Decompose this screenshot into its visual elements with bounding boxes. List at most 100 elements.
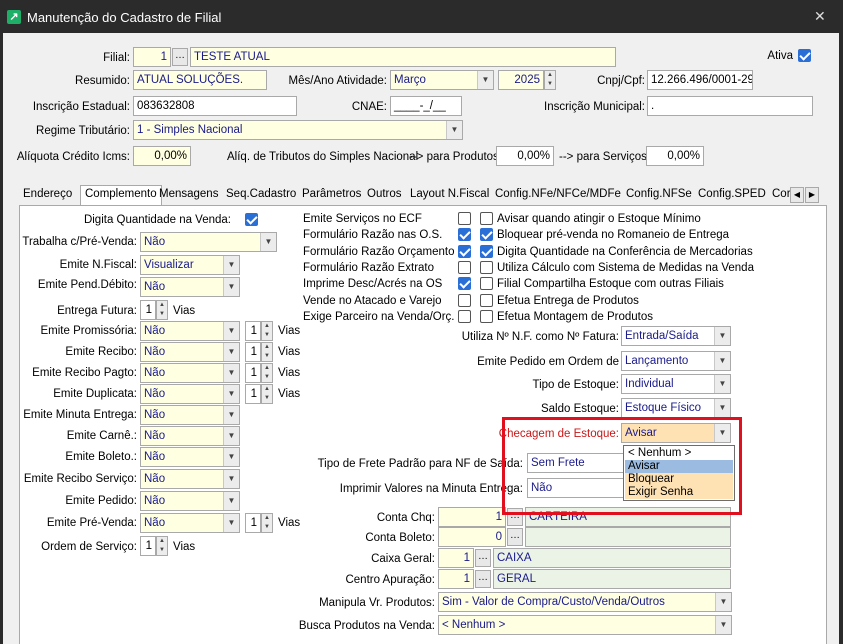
- filial-code-input[interactable]: 1: [133, 47, 171, 67]
- left-row-vias-spinner[interactable]: ▲ ▼: [261, 363, 273, 383]
- chevron-down-icon[interactable]: ▼: [223, 385, 239, 403]
- tipo-estoque-select[interactable]: Individual ▼: [621, 374, 731, 394]
- centro-lookup-button[interactable]: …: [475, 570, 491, 588]
- ordem-input[interactable]: 1: [140, 536, 156, 556]
- middle-checkbox[interactable]: [458, 309, 471, 323]
- middle-checkbox[interactable]: [458, 228, 471, 242]
- chevron-down-icon[interactable]: ▼: [223, 406, 239, 424]
- trabalha-select[interactable]: Não ▼: [140, 232, 277, 252]
- chevron-down-icon[interactable]: ▼: [446, 121, 462, 139]
- chevron-down-icon[interactable]: ▼: [223, 492, 239, 510]
- servicos-input[interactable]: 0,00%: [646, 146, 704, 166]
- middle-checkbox[interactable]: [458, 260, 471, 274]
- tab-mensagens[interactable]: Mensagens: [159, 188, 218, 200]
- im-input[interactable]: .: [647, 96, 813, 116]
- tab-layout-nfiscal[interactable]: Layout N.Fiscal: [410, 188, 489, 200]
- tab-scroll-left-icon[interactable]: ◀: [790, 187, 804, 203]
- right-checkbox[interactable]: [480, 260, 493, 274]
- tab-parametros[interactable]: Parâmetros: [302, 188, 361, 200]
- left-row-vias-input[interactable]: 1: [245, 384, 261, 404]
- busca-select[interactable]: < Nenhum > ▼: [438, 615, 732, 635]
- left-row-vias-spinner[interactable]: ▲ ▼: [261, 513, 273, 533]
- left-row-select[interactable]: Não ▼: [140, 513, 240, 533]
- left-row-select[interactable]: Não ▼: [140, 469, 240, 489]
- right-checkbox[interactable]: [480, 212, 493, 225]
- chevron-down-icon[interactable]: ▼: [714, 352, 730, 370]
- emite-pedido-ordem-select[interactable]: Lançamento ▼: [621, 351, 731, 371]
- filial-lookup-button[interactable]: …: [172, 48, 188, 66]
- chevron-down-icon[interactable]: ▼: [223, 364, 239, 382]
- left-row-select[interactable]: Não ▼: [140, 342, 240, 362]
- ano-input[interactable]: 2025: [498, 70, 544, 90]
- left-row-select[interactable]: Não ▼: [140, 384, 240, 404]
- close-icon[interactable]: ✕: [814, 8, 826, 25]
- resumido-input[interactable]: ATUAL SOLUÇÕES.: [133, 70, 267, 90]
- left-row-vias-spinner[interactable]: ▲ ▼: [261, 321, 273, 341]
- left-row-select[interactable]: Não ▼: [140, 491, 240, 511]
- middle-checkbox[interactable]: [458, 212, 471, 225]
- right-checkbox[interactable]: [480, 244, 493, 258]
- ano-spinner[interactable]: ▲ ▼: [544, 70, 556, 90]
- emite-nf-select[interactable]: Visualizar ▼: [140, 255, 240, 275]
- left-row-vias-spinner[interactable]: ▲ ▼: [261, 342, 273, 362]
- chevron-down-icon[interactable]: ▼: [715, 616, 731, 634]
- left-row-vias-input[interactable]: 1: [245, 321, 261, 341]
- manipula-select[interactable]: Sim - Valor de Compra/Custo/Venda/Outros…: [438, 592, 732, 612]
- tab-config-nfse[interactable]: Config.NFSe: [626, 188, 692, 200]
- left-row-vias-input[interactable]: 1: [245, 513, 261, 533]
- left-row-select[interactable]: Não ▼: [140, 321, 240, 341]
- conta-boleto-lookup-button[interactable]: …: [507, 528, 523, 546]
- chevron-down-icon[interactable]: ▼: [223, 278, 239, 296]
- entrega-input[interactable]: 1: [140, 300, 156, 320]
- chevron-down-icon[interactable]: ▼: [715, 593, 731, 611]
- tab-scroll-right-icon[interactable]: ▶: [805, 187, 819, 203]
- right-checkbox[interactable]: [480, 228, 493, 242]
- utiliza-nf-select[interactable]: Entrada/Saída ▼: [621, 326, 731, 346]
- caixa-lookup-button[interactable]: …: [475, 549, 491, 567]
- checagem-dropdown-list[interactable]: < Nenhum > Avisar Bloquear Exigir Senha: [623, 445, 735, 501]
- chevron-down-icon[interactable]: ▼: [714, 399, 730, 417]
- mes-select[interactable]: Março ▼: [390, 70, 494, 90]
- right-checkbox[interactable]: [480, 309, 493, 323]
- chevron-down-icon[interactable]: ▼: [223, 256, 239, 274]
- regime-select[interactable]: 1 - Simples Nacional ▼: [133, 120, 463, 140]
- chevron-down-icon[interactable]: ▼: [223, 343, 239, 361]
- tab-config-sped[interactable]: Config.SPED: [698, 188, 766, 200]
- centro-code[interactable]: 1: [438, 569, 474, 589]
- right-checkbox[interactable]: [480, 293, 493, 307]
- tab-cor[interactable]: Cor: [772, 188, 791, 200]
- dropdown-option-nenhum[interactable]: < Nenhum >: [625, 447, 733, 460]
- middle-checkbox[interactable]: [458, 293, 471, 307]
- tab-endereco[interactable]: Endereço: [23, 188, 72, 200]
- ie-input[interactable]: 083632808: [133, 96, 297, 116]
- cnpj-input[interactable]: 12.266.496/0001-29: [647, 70, 753, 90]
- dropdown-option-avisar[interactable]: Avisar: [625, 460, 733, 473]
- ativa-checkbox[interactable]: [798, 49, 811, 62]
- tab-config-nfe[interactable]: Config.NFe/NFCe/MDFe: [495, 188, 621, 200]
- tab-outros[interactable]: Outros: [367, 188, 402, 200]
- conta-boleto-code[interactable]: 0: [438, 527, 506, 547]
- dropdown-option-bloquear[interactable]: Bloquear: [625, 473, 733, 486]
- tab-seq-cadastro[interactable]: Seq.Cadastro: [226, 188, 296, 200]
- conta-chq-code[interactable]: 1: [438, 507, 506, 527]
- left-row-vias-spinner[interactable]: ▲ ▼: [261, 384, 273, 404]
- caixa-code[interactable]: 1: [438, 548, 474, 568]
- left-row-select[interactable]: Não ▼: [140, 363, 240, 383]
- tab-complemento[interactable]: Complemento: [80, 185, 162, 207]
- left-row-vias-input[interactable]: 1: [245, 363, 261, 383]
- chevron-down-icon[interactable]: ▼: [223, 427, 239, 445]
- cnae-input[interactable]: ____-_/__: [390, 96, 462, 116]
- entrega-spinner[interactable]: ▲ ▼: [156, 300, 168, 320]
- emite-pend-select[interactable]: Não ▼: [140, 277, 240, 297]
- ordem-spinner[interactable]: ▲ ▼: [156, 536, 168, 556]
- left-row-select[interactable]: Não ▼: [140, 405, 240, 425]
- left-row-vias-input[interactable]: 1: [245, 342, 261, 362]
- chevron-down-icon[interactable]: ▼: [714, 375, 730, 393]
- middle-checkbox[interactable]: [458, 244, 471, 258]
- produtos-input[interactable]: 0,00%: [496, 146, 554, 166]
- saldo-estoque-select[interactable]: Estoque Físico ▼: [621, 398, 731, 418]
- dropdown-option-exigir-senha[interactable]: Exigir Senha: [625, 486, 733, 499]
- left-row-select[interactable]: Não ▼: [140, 426, 240, 446]
- right-checkbox[interactable]: [480, 277, 493, 291]
- chevron-down-icon[interactable]: ▼: [477, 71, 493, 89]
